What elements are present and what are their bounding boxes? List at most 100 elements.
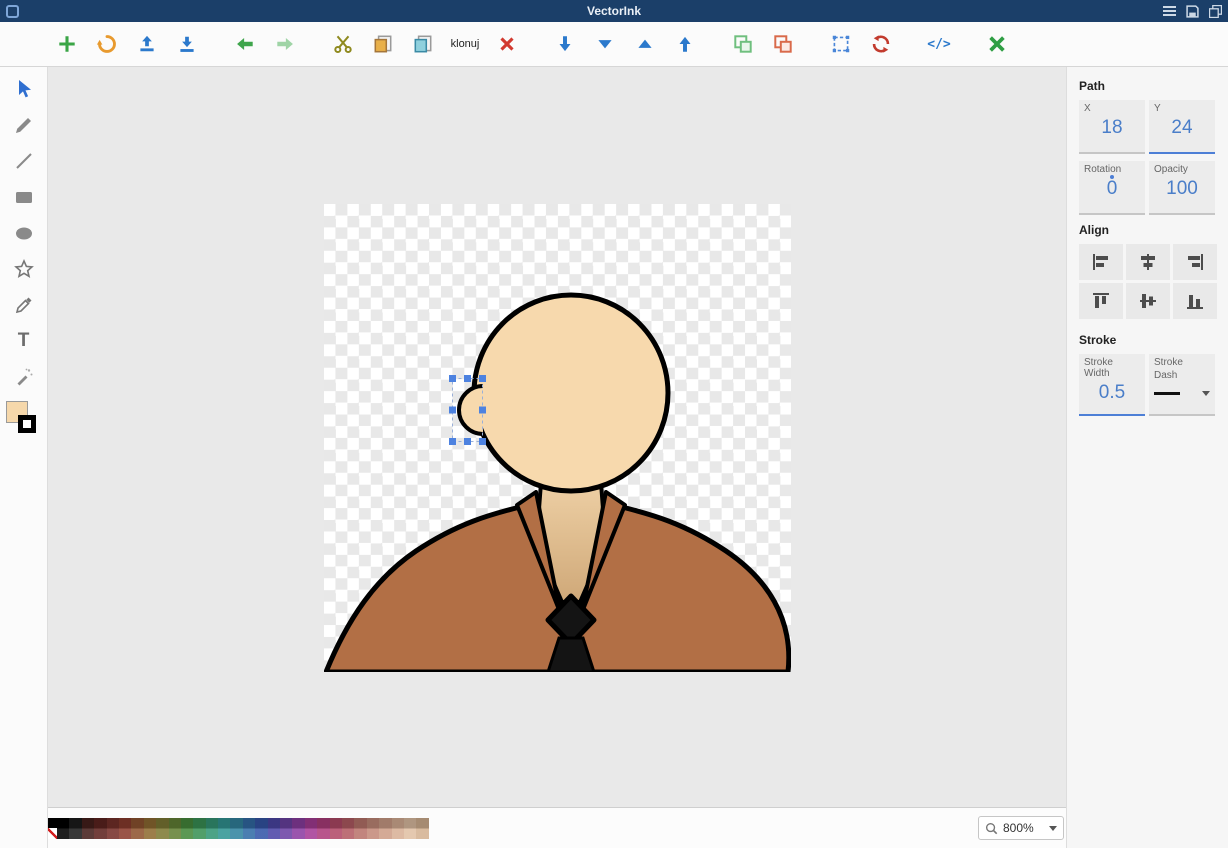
y-value[interactable]: 24 (1154, 117, 1210, 139)
color-indicator[interactable] (6, 401, 42, 441)
palette-swatch[interactable] (354, 818, 366, 839)
copy-button[interactable] (366, 27, 400, 61)
palette-swatch[interactable] (131, 818, 143, 839)
palette-swatch[interactable] (367, 818, 379, 839)
palette-swatch[interactable] (416, 818, 428, 839)
align-top-button[interactable] (1079, 283, 1123, 319)
paste-button[interactable] (406, 27, 440, 61)
ellipse-tool[interactable] (4, 215, 44, 251)
eyedropper-tool[interactable] (4, 287, 44, 323)
artboard[interactable] (324, 204, 791, 672)
align-left-button[interactable] (1079, 244, 1123, 280)
palette-swatch[interactable] (181, 818, 193, 839)
palette-swatch[interactable] (330, 818, 342, 839)
palette-swatch[interactable] (392, 818, 404, 839)
palette-swatch[interactable] (206, 818, 218, 839)
rectangle-tool[interactable] (4, 179, 44, 215)
palette-swatch[interactable] (255, 818, 267, 839)
palette-swatch[interactable] (404, 818, 416, 839)
palette-swatch[interactable] (317, 818, 329, 839)
zoom-dropdown-icon[interactable] (1049, 826, 1057, 831)
palette-swatch[interactable] (69, 818, 81, 839)
group-button[interactable] (726, 27, 760, 61)
rotate-icon (870, 33, 892, 55)
opacity-value[interactable]: 100 (1154, 178, 1210, 200)
undo-button[interactable] (228, 27, 262, 61)
palette-swatch[interactable] (342, 818, 354, 839)
move-down-button[interactable] (548, 27, 582, 61)
reload-button[interactable] (90, 27, 124, 61)
star-tool[interactable] (4, 251, 44, 287)
align-right-button[interactable] (1173, 244, 1217, 280)
align-bottom-button[interactable] (1173, 283, 1217, 319)
pencil-tool[interactable] (4, 107, 44, 143)
rotation-field[interactable]: Rotation 0 (1079, 161, 1145, 215)
stroke-width-field[interactable]: Stroke Width 0.5 (1079, 354, 1145, 416)
palette-swatch[interactable] (268, 818, 280, 839)
align-middle-vertical-button[interactable] (1126, 283, 1170, 319)
palette-swatch[interactable] (280, 818, 292, 839)
palette-swatch[interactable] (119, 818, 131, 839)
color-palette[interactable] (57, 818, 429, 839)
send-to-back-button[interactable] (588, 27, 622, 61)
save-icon[interactable] (1186, 5, 1199, 18)
drawing-svg[interactable] (324, 204, 791, 672)
stroke-width-value[interactable]: 0.5 (1084, 382, 1140, 404)
palette-swatch[interactable] (230, 818, 242, 839)
zoom-control[interactable]: 800% (978, 816, 1064, 840)
canvas[interactable] (48, 67, 1066, 808)
zoom-value[interactable]: 800% (1003, 821, 1034, 835)
move-up-button[interactable] (668, 27, 702, 61)
line-tool[interactable] (4, 143, 44, 179)
source-code-button[interactable]: </> (922, 27, 956, 61)
add-button[interactable] (50, 27, 84, 61)
y-field[interactable]: Y 24 (1149, 100, 1215, 154)
none-color-icon[interactable] (48, 828, 57, 839)
download-button[interactable] (170, 27, 204, 61)
head-shape[interactable] (474, 295, 668, 491)
rotation-opacity-row: Rotation 0 Opacity 100 (1079, 161, 1216, 215)
cut-button[interactable] (326, 27, 360, 61)
opacity-field[interactable]: Opacity 100 (1149, 161, 1215, 215)
palette-swatch[interactable] (82, 818, 94, 839)
palette-swatch[interactable] (292, 818, 304, 839)
fit-canvas-button[interactable] (980, 27, 1014, 61)
redo-button[interactable] (268, 27, 302, 61)
palette-swatch[interactable] (169, 818, 181, 839)
menu-icon[interactable] (1163, 6, 1176, 16)
restore-window-icon[interactable] (1209, 5, 1222, 18)
palette-swatch[interactable] (305, 818, 317, 839)
palette-swatch[interactable] (107, 818, 119, 839)
palette-swatch[interactable] (243, 818, 255, 839)
rotate-button[interactable] (864, 27, 898, 61)
wand-tool[interactable] (4, 359, 44, 395)
palette-swatch[interactable] (156, 818, 168, 839)
stroke-dash-field[interactable]: Stroke Dash (1149, 354, 1215, 416)
text-tool[interactable]: T (4, 323, 44, 359)
eyedropper-icon (13, 294, 35, 316)
delete-button[interactable] (490, 27, 524, 61)
x-field[interactable]: X 18 (1079, 100, 1145, 154)
select-box-button[interactable] (824, 27, 858, 61)
palette-swatch[interactable] (379, 818, 391, 839)
palette-swatch[interactable] (57, 818, 69, 839)
stroke-swatch[interactable] (18, 415, 36, 433)
palette-swatch[interactable] (193, 818, 205, 839)
rotation-value[interactable]: 0 (1084, 178, 1140, 200)
code-icon: </> (927, 37, 950, 52)
palette-swatch[interactable] (144, 818, 156, 839)
black-swatch[interactable] (48, 818, 57, 829)
upload-button[interactable] (130, 27, 164, 61)
group-icon (732, 33, 754, 55)
no-color-swatch[interactable] (48, 818, 57, 839)
bring-to-front-button[interactable] (628, 27, 662, 61)
x-value[interactable]: 18 (1084, 117, 1140, 139)
clone-button[interactable]: klonuj (446, 38, 484, 50)
select-tool[interactable] (4, 71, 44, 107)
palette-swatch[interactable] (218, 818, 230, 839)
stroke-dash-select[interactable] (1154, 391, 1210, 396)
ungroup-button[interactable] (766, 27, 800, 61)
upload-icon (136, 33, 158, 55)
align-center-horizontal-button[interactable] (1126, 244, 1170, 280)
palette-swatch[interactable] (94, 818, 106, 839)
